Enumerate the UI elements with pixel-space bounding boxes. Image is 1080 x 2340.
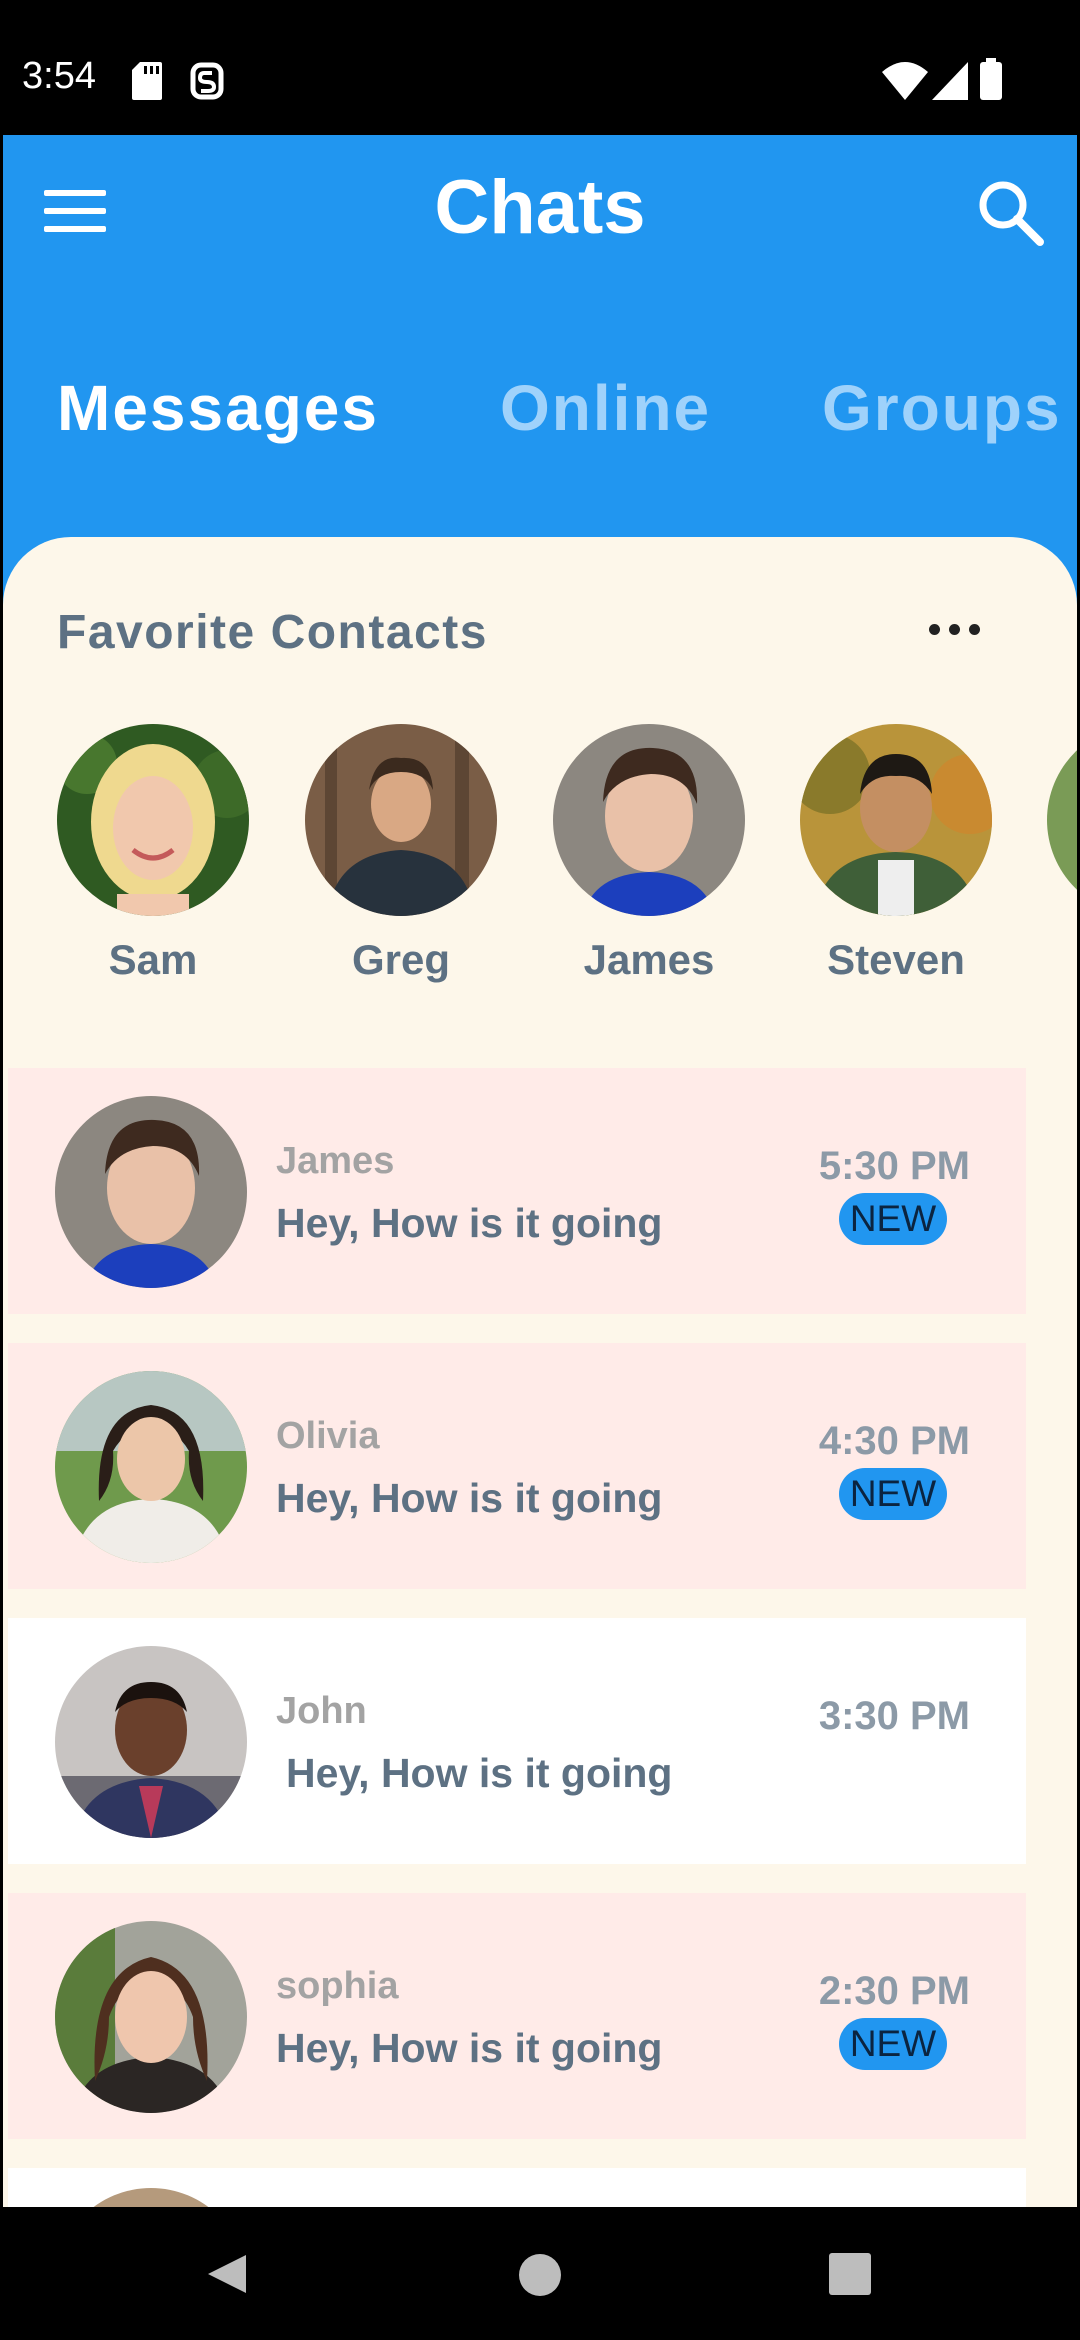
chat-row-sophia[interactable]: sophia Hey, How is it going 2:30 PM NEW bbox=[8, 1893, 1026, 2139]
avatar bbox=[55, 1646, 247, 1838]
chat-row-partial[interactable] bbox=[8, 2168, 1026, 2207]
tab-groups[interactable]: Groups bbox=[822, 368, 1062, 448]
favorite-contact-steven[interactable]: Steven bbox=[776, 724, 1016, 994]
contact-name: James bbox=[583, 936, 715, 983]
avatar bbox=[800, 724, 992, 916]
avatar bbox=[55, 1921, 247, 2113]
content-panel: Favorite Contacts Sam Greg James Steven … bbox=[3, 537, 1077, 2207]
chat-time: 5:30 PM bbox=[818, 1144, 970, 1188]
recents-icon[interactable] bbox=[829, 2253, 871, 2295]
chat-preview: Hey, How is it going bbox=[276, 1200, 663, 1246]
contact-name: Steven bbox=[827, 936, 965, 983]
avatar bbox=[57, 724, 249, 916]
avatar bbox=[55, 1096, 247, 1288]
battery-icon bbox=[980, 58, 1002, 100]
chat-preview: Hey, How is it going bbox=[276, 1475, 663, 1521]
chat-time: 3:30 PM bbox=[818, 1694, 970, 1738]
favorites-title: Favorite Contacts bbox=[57, 606, 488, 659]
avatar bbox=[55, 1371, 247, 1563]
wifi-icon bbox=[882, 62, 928, 100]
tab-messages[interactable]: Messages bbox=[57, 368, 379, 448]
favorite-contact-sam[interactable]: Sam bbox=[33, 724, 273, 994]
more-icon[interactable] bbox=[927, 619, 983, 641]
favorite-contact-partial[interactable] bbox=[1023, 724, 1077, 994]
avatar bbox=[553, 724, 745, 916]
avatar bbox=[55, 2188, 247, 2207]
new-badge: NEW bbox=[839, 1193, 947, 1245]
home-icon[interactable] bbox=[518, 2253, 562, 2297]
chat-row-john[interactable]: John Hey, How is it going 3:30 PM bbox=[8, 1618, 1026, 1864]
tab-online[interactable]: Online bbox=[500, 368, 711, 448]
navigation-bar bbox=[0, 2207, 1080, 2340]
chat-preview: Hey, How is it going bbox=[286, 1750, 673, 1796]
contact-name: Sam bbox=[108, 936, 198, 983]
new-badge: NEW bbox=[839, 2018, 947, 2070]
chat-time: 4:30 PM bbox=[818, 1419, 970, 1463]
chat-time: 2:30 PM bbox=[818, 1969, 970, 2013]
phone-screen: 3:54 Chats Messages Online Groups Favori… bbox=[0, 0, 1080, 2340]
chat-preview: Hey, How is it going bbox=[276, 2025, 663, 2071]
search-icon[interactable] bbox=[976, 178, 1046, 248]
status-time: 3:54 bbox=[22, 55, 96, 97]
chat-row-james[interactable]: James Hey, How is it going 5:30 PM NEW bbox=[8, 1068, 1026, 1314]
avatar bbox=[305, 724, 497, 916]
chat-row-olivia[interactable]: Olivia Hey, How is it going 4:30 PM NEW bbox=[8, 1343, 1026, 1589]
avatar bbox=[1047, 724, 1077, 916]
contact-name: Greg bbox=[351, 936, 451, 983]
back-icon[interactable] bbox=[204, 2251, 250, 2297]
favorite-contact-greg[interactable]: Greg bbox=[281, 724, 521, 994]
chat-sender: sophia bbox=[276, 1965, 399, 2007]
new-badge: NEW bbox=[839, 1468, 947, 1520]
status-bar: 3:54 bbox=[0, 0, 1080, 135]
page-title: Chats bbox=[434, 165, 646, 250]
chat-sender: John bbox=[276, 1690, 367, 1732]
signal-icon bbox=[932, 62, 968, 100]
chat-sender: James bbox=[276, 1140, 395, 1182]
sd-card-icon bbox=[132, 62, 162, 100]
notification-icon bbox=[190, 62, 224, 100]
favorite-contact-james[interactable]: James bbox=[529, 724, 769, 994]
chat-sender: Olivia bbox=[276, 1415, 380, 1457]
